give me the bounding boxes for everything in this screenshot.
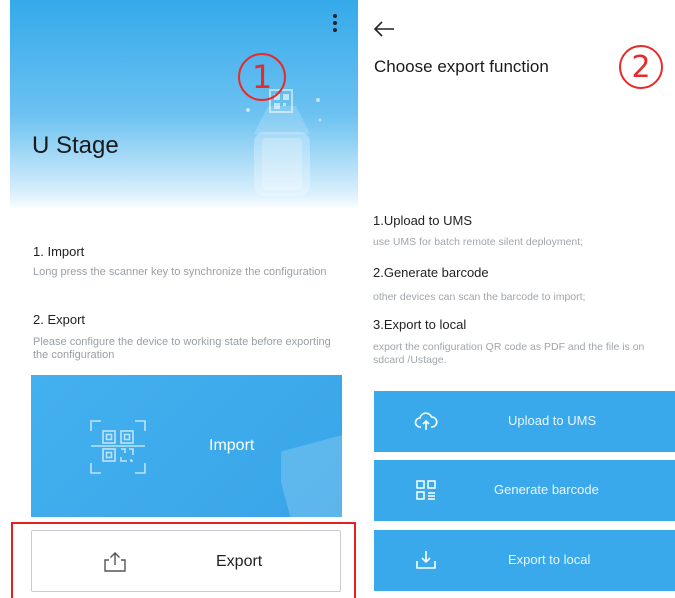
generate-barcode-label: Generate barcode [494, 482, 599, 497]
app-title: U Stage [32, 132, 119, 159]
export-to-local-button[interactable]: Export to local [374, 530, 675, 591]
export-section-description: Please configure the device to working s… [33, 336, 331, 361]
import-button[interactable]: Import [31, 375, 342, 517]
page-title: Choose export function [374, 57, 549, 76]
arrow-left-icon[interactable] [373, 20, 395, 38]
upload-section-description: use UMS for batch remote silent deployme… [373, 236, 584, 248]
import-button-label: Import [209, 437, 255, 454]
export-section-title: 2. Export [33, 312, 86, 327]
more-vertical-icon[interactable] [330, 14, 340, 36]
import-section-description: Long press the scanner key to synchroniz… [33, 266, 327, 278]
generate-barcode-button[interactable]: Generate barcode [374, 460, 675, 521]
left-screen: 1 U Stage 1. Import Long press the scann… [0, 0, 363, 598]
cloud-upload-icon [414, 412, 438, 430]
hero-banner: 1 U Stage [10, 0, 358, 210]
local-section-description: export the configuration QR code as PDF … [373, 341, 645, 366]
qr-code-icon [416, 480, 436, 500]
upload-section-title: 1.Upload to UMS [373, 213, 472, 228]
right-screen: Choose export function 2 1.Upload to UMS… [363, 0, 675, 598]
qr-scan-icon [90, 420, 146, 474]
export-button[interactable]: Export [31, 530, 341, 592]
qr-watermark-icon [281, 435, 342, 517]
upload-to-ums-label: Upload to UMS [508, 413, 597, 428]
upload-to-ums-button[interactable]: Upload to UMS [374, 391, 675, 452]
barcode-section-title: 2.Generate barcode [373, 265, 489, 280]
local-section-title: 3.Export to local [373, 317, 467, 332]
step-marker: 1 [238, 53, 286, 101]
upload-tray-icon [104, 552, 126, 572]
import-section-title: 1. Import [33, 244, 85, 259]
export-to-local-label: Export to local [508, 552, 591, 567]
export-button-label: Export [216, 553, 263, 570]
step-marker: 2 [619, 45, 663, 89]
download-tray-icon [416, 551, 436, 569]
barcode-section-description: other devices can scan the barcode to im… [373, 291, 586, 303]
